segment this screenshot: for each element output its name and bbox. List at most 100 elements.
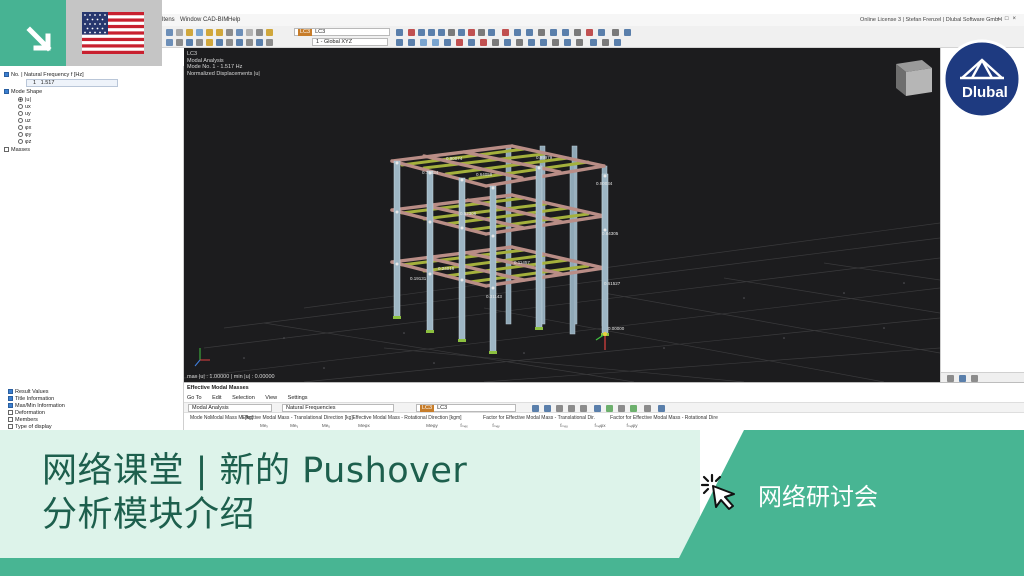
toolbar-icon[interactable]	[226, 39, 233, 46]
toolbar-icon[interactable]	[216, 39, 223, 46]
toolbar-icon[interactable]	[568, 405, 575, 412]
mode-shape-option[interactable]: φz	[18, 138, 31, 146]
toolbar-icon[interactable]	[226, 29, 233, 36]
toolbar-icon[interactable]	[186, 39, 193, 46]
table-menu-settings[interactable]: Settings	[288, 395, 308, 401]
toolbar-icon[interactable]	[550, 29, 557, 36]
toolbar-icon[interactable]	[618, 405, 625, 412]
toolbar-icon[interactable]	[236, 39, 243, 46]
table-menu-selection[interactable]: Selection	[232, 395, 255, 401]
checkbox[interactable]	[8, 410, 13, 416]
toolbar-icon[interactable]	[418, 29, 425, 36]
menu-item-cad-bim[interactable]: CAD-BIM	[203, 17, 228, 23]
menu-item[interactable]: ltens	[162, 17, 175, 23]
toolbar-icon[interactable]	[408, 39, 415, 46]
toolbar-icon[interactable]	[504, 39, 511, 46]
toolbar-icon[interactable]	[544, 405, 551, 412]
toolbar-icon[interactable]	[432, 39, 439, 46]
toolbar-icon[interactable]	[196, 39, 203, 46]
column-header[interactable]: Mode No.	[190, 415, 212, 421]
toolbar-icon[interactable]	[266, 29, 273, 36]
checkbox[interactable]	[4, 72, 9, 78]
toolbar-icon[interactable]	[396, 39, 403, 46]
toolbar-icon[interactable]	[580, 405, 587, 412]
toolbar-icon[interactable]	[606, 405, 613, 412]
column-header[interactable]: Effective Modal Mass - Translational Dir…	[242, 415, 353, 421]
toolbar-icon[interactable]	[256, 39, 263, 46]
toolbar-icon[interactable]	[526, 29, 533, 36]
toolbar-icon[interactable]	[590, 39, 597, 46]
radio[interactable]	[18, 125, 23, 131]
tree-item-masses[interactable]: Masses	[4, 146, 30, 154]
checkbox[interactable]	[4, 89, 9, 95]
checkbox[interactable]	[4, 147, 9, 153]
toolbar-icon[interactable]	[552, 39, 559, 46]
toolbar-icon[interactable]	[468, 29, 475, 36]
toolbar-icon[interactable]	[186, 29, 193, 36]
toolbar-icon[interactable]	[456, 39, 463, 46]
window-controls[interactable]: –□×	[998, 16, 1020, 22]
toolbar-icon[interactable]	[438, 29, 445, 36]
toolbar-icon[interactable]	[576, 39, 583, 46]
toolbar-icon[interactable]	[947, 375, 954, 382]
analysis-type-combo[interactable]: Modal Analysis	[188, 404, 272, 412]
checkbox[interactable]	[8, 389, 13, 395]
language-flag[interactable]	[66, 0, 162, 66]
toolbar-icon[interactable]	[428, 29, 435, 36]
toolbar-icon[interactable]	[206, 39, 213, 46]
table-menu-view[interactable]: View	[265, 395, 277, 401]
toolbar-icon[interactable]	[478, 29, 485, 36]
results-type-combo[interactable]: Natural Frequencies	[282, 404, 394, 412]
toolbar-icon[interactable]	[594, 405, 601, 412]
toolbar-icon[interactable]	[630, 405, 637, 412]
toolbar-icon[interactable]	[502, 29, 509, 36]
toolbar-icon[interactable]	[562, 29, 569, 36]
toolbar-icon[interactable]	[598, 29, 605, 36]
radio[interactable]	[18, 118, 23, 124]
toolbar-icon[interactable]	[176, 29, 183, 36]
table-menu-edit[interactable]: Edit	[212, 395, 221, 401]
checkbox[interactable]	[8, 396, 13, 402]
table-menu-goto[interactable]: Go To	[187, 395, 202, 401]
toolbar-icon[interactable]	[236, 29, 243, 36]
radio[interactable]	[18, 111, 23, 117]
checkbox[interactable]	[8, 424, 13, 430]
checkbox[interactable]	[8, 417, 13, 423]
loadcase-combo[interactable]: LC3 LC3	[294, 28, 390, 36]
toolbar-icon[interactable]	[959, 375, 966, 382]
toolbar-icon[interactable]	[602, 39, 609, 46]
toolbar-icon[interactable]	[624, 29, 631, 36]
toolbar-icon[interactable]	[658, 405, 665, 412]
toolbar-icon[interactable]	[246, 29, 253, 36]
toolbar-icon[interactable]	[612, 29, 619, 36]
toolbar-icon[interactable]	[492, 39, 499, 46]
view-combo[interactable]: 1 - Global XYZ	[312, 38, 388, 46]
radio[interactable]	[18, 132, 23, 138]
toolbar-icon[interactable]	[448, 29, 455, 36]
toolbar-icon[interactable]	[420, 39, 427, 46]
toolbar-icon[interactable]	[266, 39, 273, 46]
toolbar-icon[interactable]	[488, 29, 495, 36]
toolbar-icon[interactable]	[556, 405, 563, 412]
column-header[interactable]: Modal Mass Mi [kg]	[210, 415, 253, 421]
toolbar-icon[interactable]	[196, 29, 203, 36]
toolbar-icon[interactable]	[458, 29, 465, 36]
toolbar-icon[interactable]	[586, 29, 593, 36]
toolbar-icon[interactable]	[516, 39, 523, 46]
toolbar-icon[interactable]	[514, 29, 521, 36]
toolbar-icon[interactable]	[396, 29, 403, 36]
toolbar-icon[interactable]	[246, 39, 253, 46]
menu-item-window[interactable]: Window	[180, 17, 201, 23]
toolbar-icon[interactable]	[166, 39, 173, 46]
view-cube-icon[interactable]	[896, 60, 932, 96]
toolbar-icon[interactable]	[971, 375, 978, 382]
toolbar-icon[interactable]	[468, 39, 475, 46]
toolbar-icon[interactable]	[614, 39, 621, 46]
toolbar-icon[interactable]	[538, 29, 545, 36]
tree-item-natural-frequency[interactable]: No. | Natural Frequency f [Hz]	[4, 71, 84, 79]
menu-item-help[interactable]: Help	[228, 17, 240, 23]
radio[interactable]	[18, 139, 23, 145]
toolbar-icon[interactable]	[408, 29, 415, 36]
table-loadcase-combo[interactable]: LC3 LC3	[416, 404, 516, 412]
radio[interactable]	[18, 97, 23, 103]
